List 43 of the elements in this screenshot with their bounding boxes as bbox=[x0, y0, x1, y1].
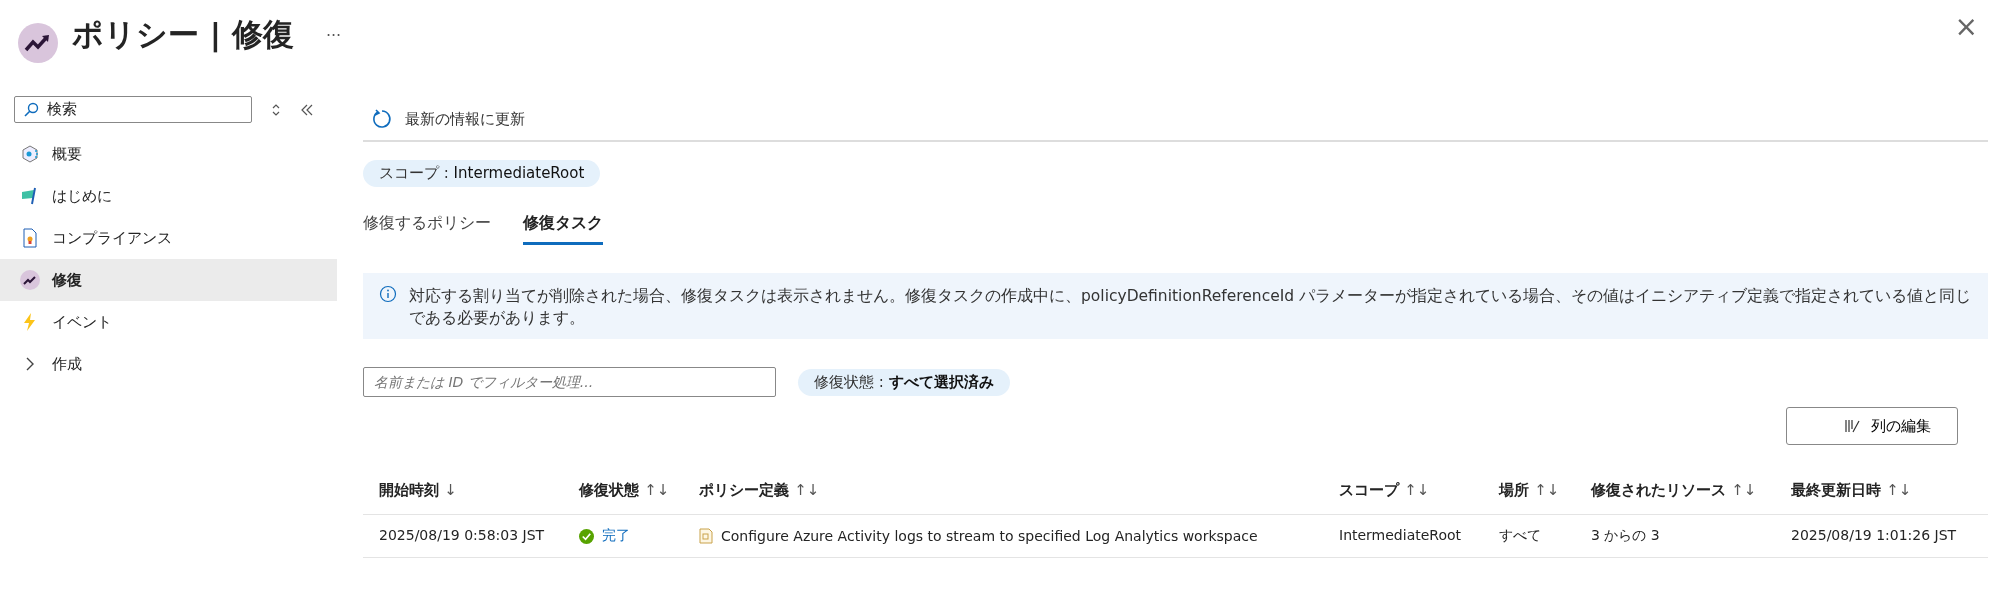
more-button[interactable]: ··· bbox=[325, 25, 342, 45]
status-filter-chip[interactable]: 修復状態 : すべて選択済み bbox=[798, 368, 1010, 396]
column-header[interactable]: スコープ ↑↓ bbox=[1339, 471, 1499, 514]
check-icon bbox=[579, 528, 594, 544]
table-cell-text: 3 からの 3 bbox=[1591, 526, 1661, 545]
page-title: ポリシー | 修復 bbox=[72, 15, 294, 55]
nav-item[interactable]: はじめに bbox=[0, 175, 337, 217]
refresh-icon bbox=[371, 108, 393, 130]
column-header[interactable]: 場所 ↑↓ bbox=[1499, 471, 1591, 514]
edit-columns-button[interactable]: 列の編集 bbox=[1786, 407, 1958, 445]
table-cell-text: すべて bbox=[1499, 526, 1542, 545]
nav-item[interactable]: 作成 bbox=[0, 343, 337, 385]
tab[interactable]: 修復タスク bbox=[523, 203, 603, 245]
hexagon-icon bbox=[20, 144, 40, 164]
search-field[interactable]: 検索 bbox=[14, 96, 252, 123]
close-button[interactable]: × bbox=[1954, 10, 1978, 43]
trend-icon bbox=[20, 270, 40, 290]
column-header[interactable]: ポリシー定義 ↑↓ bbox=[699, 471, 1339, 514]
info-message: 対応する割り当てが削除された場合、修復タスクは表示されません。修復タスクの作成中に、policyDefinitionReferenceId パラメーターが指定されている場合、その値はイニシアティブ定義で指定されている値と同じである必要があります。 bbox=[409, 286, 1972, 329]
column-header[interactable]: 修復状態 ↑↓ bbox=[579, 471, 699, 514]
refresh-button[interactable]: 最新の情報に更新 bbox=[363, 108, 533, 130]
nav-item[interactable]: イベント bbox=[0, 301, 337, 343]
nav-item[interactable]: 修復 bbox=[0, 259, 337, 301]
columns-icon bbox=[1843, 417, 1861, 435]
table-cell-text: 2025/08/19 1:01:26 JST bbox=[1791, 526, 1958, 545]
trend-icon bbox=[18, 23, 58, 63]
search-icon bbox=[23, 101, 39, 118]
filter-field[interactable]: 名前または ID でフィルター処理... bbox=[363, 367, 776, 397]
info-icon bbox=[379, 285, 397, 303]
document-icon bbox=[699, 528, 713, 544]
tab[interactable]: 修復するポリシー bbox=[363, 203, 491, 245]
table-cell-text: 2025/08/19 0:58:03 JST bbox=[379, 526, 546, 545]
scope-filter-chip[interactable]: スコープ : IntermediateRoot bbox=[363, 160, 601, 187]
nav-item[interactable]: コンプライアンス bbox=[0, 217, 337, 259]
column-header[interactable]: 修復されたリソース ↑↓ bbox=[1591, 471, 1791, 514]
status-link[interactable]: 完了 bbox=[602, 527, 630, 545]
document-icon bbox=[20, 228, 40, 248]
column-header[interactable]: 開始時刻 ↓ bbox=[379, 471, 579, 514]
nav-item[interactable]: 概要 bbox=[0, 133, 337, 175]
column-header[interactable]: 最終更新日時 ↑↓ bbox=[1791, 471, 1988, 514]
table-cell-text: IntermediateRoot bbox=[1339, 526, 1463, 545]
table-cell: Configure Azure Activity logs to stream to specified Log Analytics workspace bbox=[721, 528, 1258, 544]
collapse-icon[interactable] bbox=[300, 102, 314, 117]
